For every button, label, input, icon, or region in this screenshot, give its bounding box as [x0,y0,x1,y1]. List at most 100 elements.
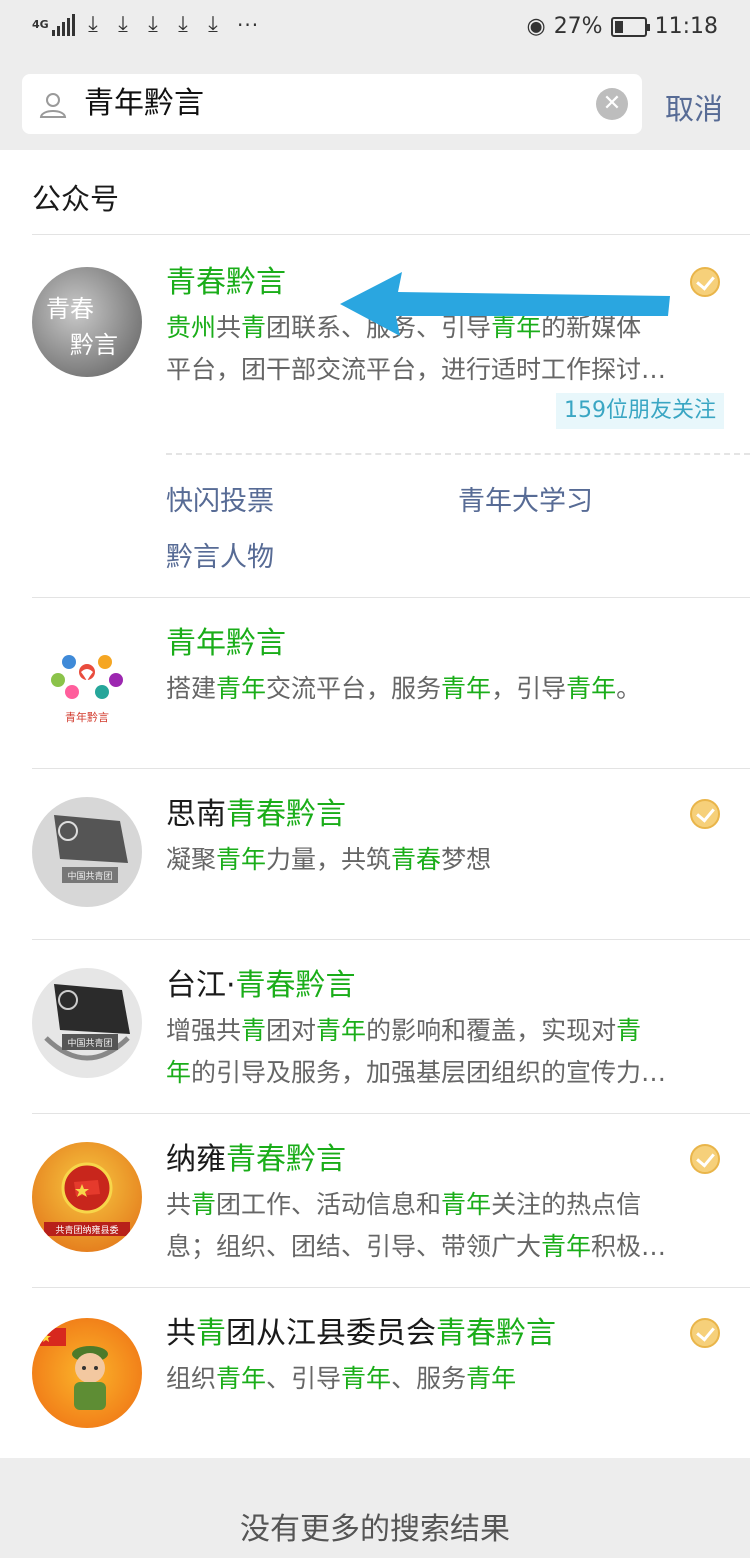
avatar: 青春 黔言 [32,267,142,377]
person-icon [39,93,67,118]
result-item[interactable]: 中国共青团 思南青春黔言 凝聚青年力量，共筑青春梦想 [0,769,750,939]
desc-text: 、服务 [391,1364,467,1393]
dashed-divider [166,453,750,455]
desc-highlight: 青春 [391,845,442,874]
name-highlight: 青春黔言 [166,265,286,300]
desc-highlight: 青 [241,1016,267,1045]
desc-highlight: 青年 [466,1364,517,1393]
desc-highlight: 青年 [216,674,267,703]
name-text: 思南 [166,797,226,832]
account-desc-line: 平台，团干部交流平台，进行适时工作探讨… [166,355,667,384]
account-desc-line: 息；组织、团结、引导、带领广大青年积极… [166,1226,716,1268]
desc-text: 积极… [591,1232,667,1261]
desc-text: 。 [616,674,642,703]
name-highlight: 青 [196,1316,226,1351]
desc-highlight: 青 [191,1190,217,1219]
desc-text: 共 [216,313,242,342]
download-icon: ⤓ [208,12,218,37]
avatar: 共青团纳雍县委 [32,1142,142,1252]
verified-icon [690,799,720,829]
desc-text: 共 [166,1190,192,1219]
account-desc-line: 年的引导及服务，加强基层团组织的宣传力… [166,1052,716,1094]
name-text: 纳雍 [166,1142,226,1177]
account-name: 台江·青春黔言 [166,966,356,1006]
network-type: 4G [32,18,49,31]
name-text: 共 [166,1316,196,1351]
battery-percent: 27% [553,14,603,39]
search-bar: 青年黔言 ✕ 取消 [0,60,750,150]
desc-highlight: 青年 [216,845,267,874]
desc-text: ，引导 [491,674,567,703]
cancel-button[interactable]: 取消 [665,86,723,128]
menu-link-study[interactable]: 青年大学习 [458,479,593,518]
desc-highlight: 青 [616,1016,642,1045]
status-bar: 4G ⤓ ⤓ ⤓ ⤓ ⤓ ··· ◉ 27% 11:18 [0,0,750,60]
account-desc-line: 搭建青年交流平台，服务青年，引导青年。 [166,668,716,710]
account-desc-line: 凝聚青年力量，共筑青春梦想 [166,839,716,881]
desc-text: 、引导 [266,1364,342,1393]
result-item[interactable]: 中国共青团 台江·青春黔言 增强共青团对青年的影响和覆盖，实现对青 年的引导及服… [0,940,750,1113]
avatar-image: 中国共青团 [54,815,128,883]
name-highlight: 青春黔言 [436,1316,556,1351]
desc-highlight: 青年 [216,1364,267,1393]
desc-highlight: 贵州 [166,313,217,342]
clear-icon[interactable]: ✕ [596,88,628,120]
desc-text: 息；组织、团结、引导、带领广大 [166,1232,542,1261]
avatar-image [40,1328,108,1410]
account-desc-line: 组织青年、引导青年、服务青年 [166,1358,716,1400]
result-item[interactable]: 共青团纳雍县委 纳雍青春黔言 共青团工作、活动信息和青年关注的热点信 息；组织、… [0,1114,750,1287]
desc-text: 交流平台，服务 [266,674,442,703]
account-name: 共青团从江县委员会青春黔言 [166,1314,556,1354]
name-highlight: 青春黔言 [226,797,346,832]
name-text: 团从江县委员会 [226,1316,436,1351]
desc-text: 团工作、活动信息和 [216,1190,442,1219]
account-name: 纳雍青春黔言 [166,1140,346,1180]
avatar-text: 青年黔言 [65,710,109,724]
battery-icon [610,16,650,37]
search-query: 青年黔言 [84,86,204,121]
menu-link-vote[interactable]: 快闪投票 [166,479,274,518]
avatar-text: 青春 [46,295,94,323]
status-left: 4G ⤓ ⤓ ⤓ ⤓ ⤓ ··· [32,12,259,37]
menu-link-people[interactable]: 黔言人物 [166,535,274,574]
download-icon: ⤓ [118,12,128,37]
desc-text: 增强共 [166,1016,242,1045]
desc-text: 组织 [166,1364,217,1393]
result-item[interactable]: 共青团从江县委员会青春黔言 组织青年、引导青年、服务青年 [0,1288,750,1458]
download-icon: ⤓ [88,12,98,37]
avatar-image: 青春 黔言 [46,295,118,359]
desc-text: 凝聚 [166,845,217,874]
avatar: 中国共青团 [32,797,142,907]
download-icon: ⤓ [178,12,188,37]
desc-text: 的影响和覆盖，实现对 [366,1016,617,1045]
name-highlight: 青春黔言 [226,1142,346,1177]
desc-highlight: 青年 [341,1364,392,1393]
avatar-image: 中国共青团 [44,984,130,1061]
account-desc-line: 共青团工作、活动信息和青年关注的热点信 [166,1184,716,1226]
desc-highlight: 年 [166,1058,192,1087]
more-icon: ··· [237,12,260,37]
avatar-image: 青年黔言 [51,655,123,724]
account-name: 思南青春黔言 [166,795,346,835]
status-right: ◉ 27% 11:18 [526,14,718,39]
footer: 没有更多的搜索结果 [0,1458,750,1558]
friends-follow-badge: 159位朋友关注 [556,393,724,429]
desc-text: 团对 [266,1016,317,1045]
desc-text: 的引导及服务，加强基层团组织的宣传力… [191,1058,667,1087]
account-name: 青春黔言 [166,263,286,303]
avatar: 中国共青团 [32,968,142,1078]
result-item[interactable]: 青年黔言 青年黔言 搭建青年交流平台，服务青年，引导青年。 [0,598,750,768]
account-name: 青年黔言 [166,626,286,661]
desc-text: 梦想 [441,845,492,874]
no-more-results: 没有更多的搜索结果 [240,1512,510,1547]
avatar [32,1318,142,1428]
search-input[interactable]: 青年黔言 ✕ [22,74,642,134]
annotation-arrow-icon [340,272,670,336]
avatar-text: 共青团纳雍县委 [55,1224,118,1236]
verified-icon [690,1144,720,1174]
verified-icon [690,1318,720,1348]
clock: 11:18 [654,14,718,39]
desc-highlight: 青年 [441,1190,492,1219]
section-title: 公众号 [32,182,120,216]
name-highlight: 青春黔言 [235,968,356,1003]
